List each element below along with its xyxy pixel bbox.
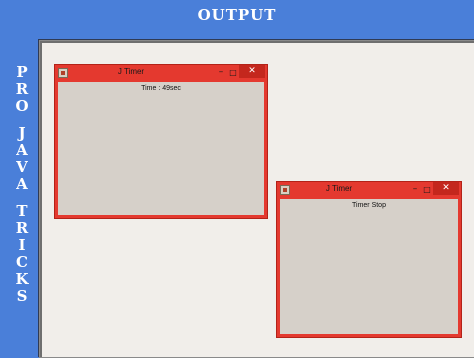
brand-letter: C (16, 253, 28, 271)
timer-label: Time : 49sec (141, 85, 181, 92)
brand-letter: T (16, 202, 28, 220)
brand-letter: A (16, 175, 28, 193)
brand-letter: A (16, 141, 28, 159)
timer-window-running[interactable]: J Timer – □ ✕ Time : 49sec (54, 64, 268, 219)
brand-letter: K (15, 270, 29, 288)
window-title: J Timer (325, 184, 353, 193)
window-content: Timer Stop (280, 199, 458, 334)
banner-title: OUTPUT (197, 6, 277, 24)
title-bar[interactable]: J Timer – □ ✕ (55, 65, 267, 82)
close-button[interactable]: ✕ (433, 182, 459, 195)
close-button[interactable]: ✕ (239, 65, 265, 78)
window-content: Time : 49sec (58, 82, 264, 215)
brand-letter: O (15, 97, 29, 115)
title-bar[interactable]: J Timer – □ ✕ (277, 182, 461, 199)
brand-letter: V (16, 158, 28, 176)
brand-letter: R (15, 219, 29, 237)
brand-letter: S (16, 287, 28, 305)
timer-window-stopped[interactable]: J Timer – □ ✕ Timer Stop (276, 181, 462, 338)
brand-letter: I (18, 236, 26, 254)
brand-letter: P (16, 63, 28, 81)
brand-letter: J (18, 124, 26, 142)
window-title: J Timer (117, 67, 145, 76)
side-brand-text: P R O J A V A T R I C K S (10, 64, 34, 305)
timer-label: Timer Stop (352, 202, 386, 209)
brand-letter: R (15, 80, 29, 98)
